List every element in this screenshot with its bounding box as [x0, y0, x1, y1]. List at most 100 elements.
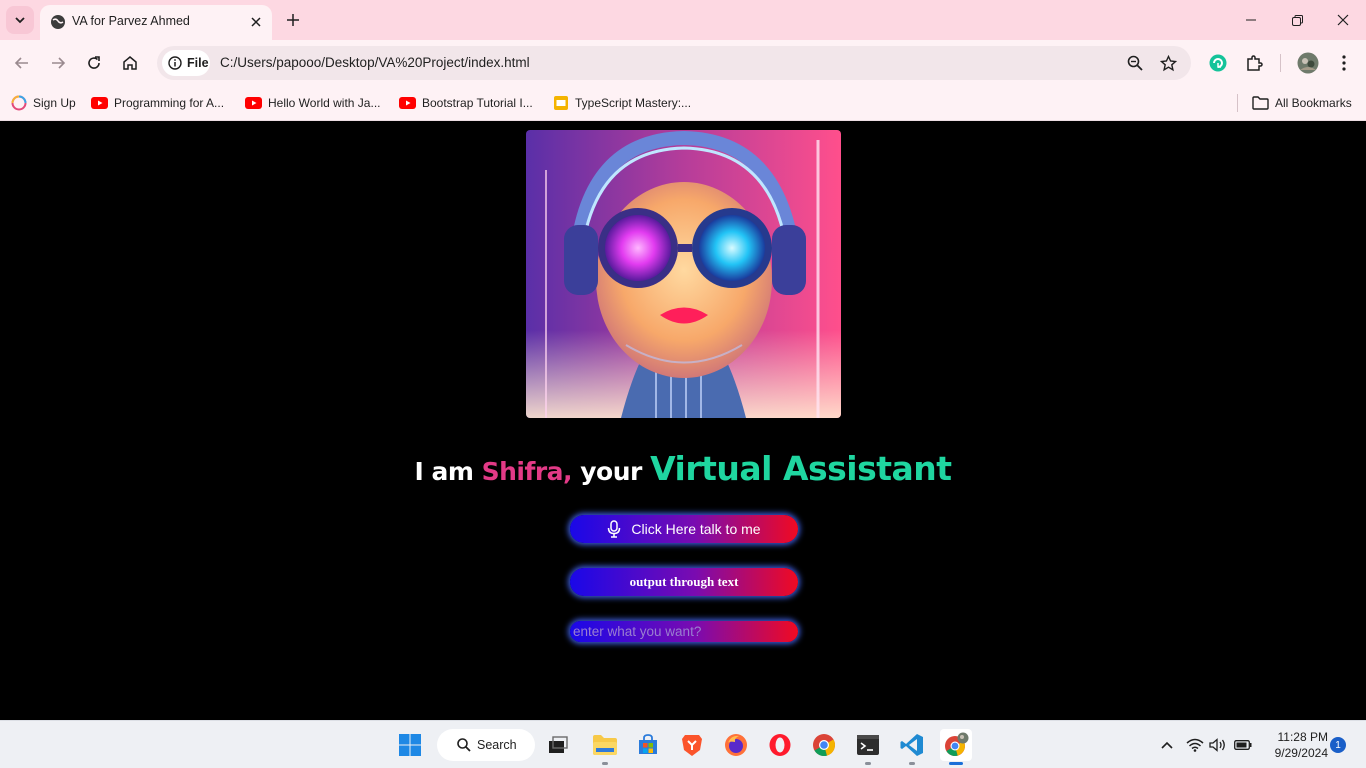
store-icon	[639, 734, 657, 754]
task-view-icon	[549, 736, 568, 753]
home-button[interactable]	[115, 48, 145, 78]
active-tab[interactable]: VA for Parvez Ahmed	[40, 5, 272, 40]
taskbar-search-label: Search	[477, 738, 517, 752]
chrome-profile-icon	[945, 732, 969, 756]
close-icon	[1337, 14, 1349, 26]
windows-logo-icon	[399, 734, 421, 756]
address-bar[interactable]: File C:/Users/papooo/Desktop/VA%20Projec…	[157, 46, 1191, 80]
zoom-icon	[1127, 55, 1143, 71]
chrome-icon	[813, 734, 835, 757]
extensions-button[interactable]	[1242, 51, 1266, 75]
arrow-left-icon	[14, 57, 28, 69]
toolbar-separator	[1280, 54, 1281, 72]
taskbar-search[interactable]: Search	[437, 729, 535, 761]
arrow-right-icon	[52, 57, 66, 69]
home-icon	[123, 56, 137, 70]
tab-close-button[interactable]	[246, 12, 266, 32]
close-window-button[interactable]	[1320, 0, 1366, 40]
running-indicator	[865, 762, 871, 765]
slides-icon	[554, 96, 568, 110]
minimize-button[interactable]	[1228, 0, 1274, 40]
site-chip-label: File	[187, 56, 209, 70]
task-view-button[interactable]	[542, 729, 574, 761]
tab-bar: VA for Parvez Ahmed	[0, 0, 1366, 40]
terminal-button[interactable]	[852, 729, 884, 765]
taskbar-clock[interactable]: 11:28 PM 9/29/2024	[1262, 729, 1328, 761]
windows-taskbar: Search 11:28 PM 9/29/2024 1	[0, 720, 1366, 768]
running-indicator	[602, 762, 608, 765]
talk-button[interactable]: Click Here talk to me	[570, 515, 798, 543]
new-tab-button[interactable]	[282, 9, 304, 31]
chrome-button[interactable]	[808, 729, 840, 761]
all-bookmarks-button[interactable]: All Bookmarks	[1252, 94, 1352, 112]
speaker-icon	[1209, 738, 1225, 752]
bookmarks-separator	[1237, 94, 1238, 112]
youtube-icon	[399, 97, 416, 109]
firefox-button[interactable]	[720, 729, 752, 761]
text-output-button[interactable]: output through text	[570, 568, 798, 596]
folder-icon	[1252, 96, 1269, 110]
extension-grammar-button[interactable]	[1206, 51, 1230, 75]
page-content: I am Shifra, your Virtual Assistant Clic…	[0, 121, 1366, 720]
wifi-button[interactable]	[1185, 735, 1205, 755]
reload-button[interactable]	[79, 48, 109, 78]
bookmark-label: Programming for A...	[114, 96, 225, 110]
clock-time: 11:28 PM	[1277, 730, 1328, 744]
chevron-down-icon	[15, 17, 25, 24]
store-button[interactable]	[632, 729, 664, 761]
bookmark-item[interactable]: TypeScript Mastery:...	[553, 94, 691, 112]
more-vertical-icon	[1342, 55, 1346, 71]
assistant-image	[526, 130, 841, 418]
bookmark-item[interactable]: Sign Up	[11, 94, 76, 112]
bookmark-item[interactable]: Bootstrap Tutorial I...	[399, 94, 533, 112]
site-info-chip[interactable]: File	[162, 50, 210, 76]
brave-lion-icon	[682, 735, 702, 756]
running-indicator	[909, 762, 915, 765]
headline-connector: your	[572, 457, 651, 486]
all-bookmarks-label: All Bookmarks	[1275, 96, 1352, 110]
back-button[interactable]	[7, 48, 37, 78]
puzzle-icon	[1247, 55, 1263, 71]
vscode-button[interactable]	[896, 729, 928, 765]
bookmark-label: Hello World with Ja...	[268, 96, 381, 110]
robot-portrait-icon	[526, 130, 841, 418]
bookmark-item[interactable]: Programming for A...	[91, 94, 224, 112]
command-input[interactable]	[570, 621, 798, 642]
info-icon	[168, 56, 182, 70]
profile-button[interactable]	[1296, 51, 1320, 75]
vscode-icon	[900, 734, 923, 756]
bookmark-label: TypeScript Mastery:...	[575, 96, 692, 110]
restore-button[interactable]	[1274, 0, 1320, 40]
wifi-icon	[1186, 738, 1204, 752]
close-icon	[251, 17, 261, 27]
zoom-button[interactable]	[1124, 52, 1146, 74]
bookmark-label: Bootstrap Tutorial I...	[422, 96, 533, 110]
volume-button[interactable]	[1208, 735, 1228, 755]
chrome-profile-button[interactable]	[940, 729, 972, 765]
start-button[interactable]	[394, 729, 426, 761]
restore-icon	[1291, 14, 1303, 26]
opera-button[interactable]	[764, 729, 796, 761]
search-icon	[457, 738, 471, 752]
bookmark-star-button[interactable]	[1157, 52, 1179, 74]
chevron-up-icon	[1161, 741, 1173, 749]
forward-button[interactable]	[43, 48, 73, 78]
bookmark-item[interactable]: Hello World with Ja...	[245, 94, 380, 112]
tab-search-button[interactable]	[6, 6, 34, 34]
url-text[interactable]: C:/Users/papooo/Desktop/VA%20Project/ind…	[220, 55, 530, 70]
brave-button[interactable]	[676, 729, 708, 761]
notification-badge[interactable]: 1	[1330, 737, 1346, 753]
youtube-icon	[91, 97, 108, 109]
bookmark-label: Sign Up	[33, 96, 76, 110]
file-explorer-button[interactable]	[589, 729, 621, 765]
firefox-icon	[725, 734, 747, 756]
browser-menu-button[interactable]	[1332, 51, 1356, 75]
talk-button-label: Click Here talk to me	[631, 521, 761, 537]
minimize-icon	[1246, 19, 1256, 21]
browser-toolbar: File C:/Users/papooo/Desktop/VA%20Projec…	[0, 40, 1366, 86]
avatar	[1297, 52, 1319, 74]
battery-button[interactable]	[1233, 735, 1253, 755]
microphone-icon	[608, 520, 621, 538]
show-hidden-icons-button[interactable]	[1157, 735, 1177, 755]
tab-title: VA for Parvez Ahmed	[72, 14, 190, 28]
